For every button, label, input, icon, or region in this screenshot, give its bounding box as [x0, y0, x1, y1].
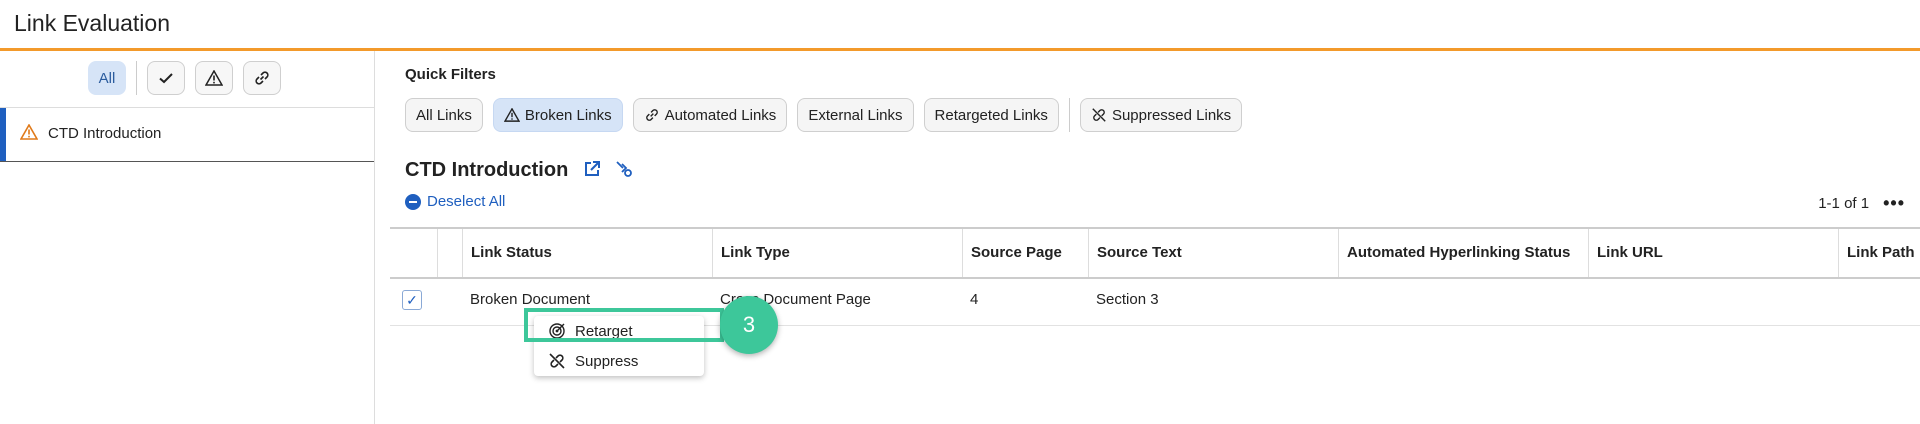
warning-icon: [503, 108, 520, 122]
check-icon: [159, 73, 173, 84]
column-header-link-url[interactable]: Link URL: [1588, 229, 1838, 277]
filter-broken-button[interactable]: [195, 61, 233, 95]
filter-valid-button[interactable]: [147, 61, 185, 95]
section-actions: [582, 159, 646, 184]
column-header-automated-status[interactable]: Automated Hyperlinking Status: [1338, 229, 1588, 277]
more-options-icon[interactable]: •••: [1883, 193, 1905, 214]
left-panel: All CTD Introduction: [0, 51, 375, 424]
filter-links-button[interactable]: [243, 61, 281, 95]
column-header-link-path[interactable]: Link Path: [1838, 229, 1920, 277]
unlink-icon: [1092, 108, 1106, 122]
chip-retargeted-links[interactable]: Retargeted Links: [923, 98, 1059, 132]
section-title: CTD Introduction: [405, 159, 569, 181]
retarget-icon: [616, 161, 632, 177]
column-header-link-status[interactable]: Link Status: [462, 229, 712, 277]
divider: [136, 61, 137, 95]
chip-all-links[interactable]: All Links: [405, 98, 483, 132]
table-header: Link Status Link Type Source Page Source…: [390, 227, 1920, 279]
open-external-button[interactable]: [582, 159, 602, 184]
nav-item-label: CTD Introduction: [48, 125, 162, 142]
step-highlight-box: [524, 308, 724, 342]
page-title: Link Evaluation: [14, 10, 170, 36]
column-header-link-type[interactable]: Link Type: [712, 229, 962, 277]
retarget-section-button[interactable]: [614, 159, 634, 184]
warning-icon: [205, 70, 223, 86]
warning-icon: [20, 124, 38, 140]
minus-circle-icon: [405, 193, 421, 210]
unlink-icon: [549, 353, 565, 369]
row-checkbox[interactable]: ✓: [402, 290, 422, 310]
chip-broken-links[interactable]: Broken Links: [492, 98, 623, 132]
link-icon: [255, 71, 269, 85]
external-link-icon: [585, 161, 600, 176]
app-header: Link Evaluation: [0, 0, 1920, 51]
column-header-source-text[interactable]: Source Text: [1088, 229, 1338, 277]
pagination: 1-1 of 1 •••: [1818, 193, 1905, 214]
link-icon: [645, 109, 658, 121]
filter-all-button[interactable]: All: [88, 61, 126, 95]
quick-filters-title: Quick Filters: [405, 66, 496, 83]
step-badge: 3: [720, 296, 778, 354]
cell-source-page: 4: [970, 291, 979, 308]
chip-suppressed-links[interactable]: Suppressed Links: [1079, 98, 1243, 132]
chip-automated-links[interactable]: Automated Links: [632, 98, 788, 132]
page-count: 1-1 of 1: [1818, 195, 1870, 212]
column-header-source-page[interactable]: Source Page: [962, 229, 1088, 277]
divider: [1068, 98, 1070, 132]
deselect-all-button[interactable]: Deselect All: [405, 193, 505, 210]
menu-item-suppress[interactable]: Suppress: [534, 346, 704, 376]
nav-item-ctd-introduction[interactable]: CTD Introduction: [0, 107, 374, 162]
status-filter-bar: All: [88, 61, 291, 95]
quick-filter-chips: All Links Broken Links Automated Links E…: [405, 98, 1252, 132]
cell-source-text: Section 3: [1096, 291, 1159, 308]
selected-indicator: [0, 108, 6, 161]
header-spacer: [437, 229, 462, 277]
chip-external-links[interactable]: External Links: [797, 98, 914, 132]
